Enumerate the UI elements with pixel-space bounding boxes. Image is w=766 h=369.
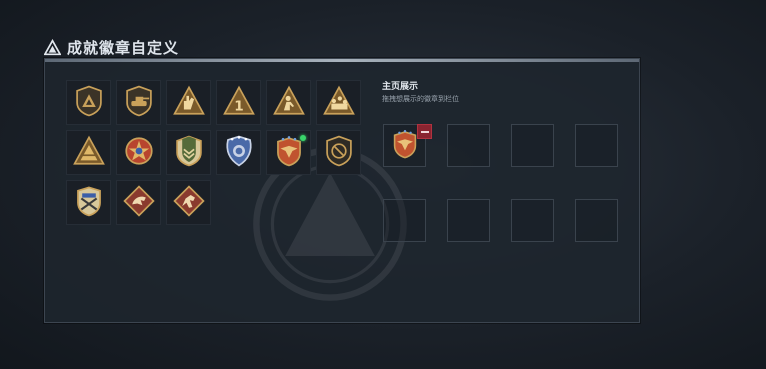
gold-triangle-badge-icon	[72, 134, 106, 172]
showcase-slot-empty[interactable]	[575, 199, 618, 242]
badge-customize-panel: 1 主页展示 拖拽想展示的徽章到栏位	[44, 58, 640, 323]
police-badge-icon	[222, 134, 256, 172]
minus-icon	[420, 130, 429, 133]
badge-cell[interactable]	[166, 180, 211, 225]
no-sign-shield-badge-icon	[322, 134, 356, 172]
hand-triangle-badge-icon	[172, 84, 206, 122]
tank-badge-icon	[122, 84, 156, 122]
badge-cell[interactable]	[216, 130, 261, 175]
showcase-slot-empty[interactable]	[575, 124, 618, 167]
svg-text:1: 1	[234, 98, 243, 114]
badge-cell[interactable]	[166, 130, 211, 175]
showcase-slot-empty[interactable]	[511, 199, 554, 242]
badge-cell[interactable]	[116, 80, 161, 125]
showcase-title: 主页展示	[382, 82, 419, 92]
eagle-crest-badge-icon	[389, 128, 421, 164]
badge-cell[interactable]	[166, 80, 211, 125]
showcase-slot-empty[interactable]	[447, 124, 490, 167]
badge-cell[interactable]	[66, 180, 111, 225]
new-indicator-dot	[300, 135, 306, 141]
squad-triangle-badge-icon	[322, 84, 356, 122]
number-one-triangle-badge-icon: 1	[222, 84, 256, 122]
star-medal-badge-icon	[122, 134, 156, 172]
horse-diamond-badge-icon	[172, 184, 206, 222]
badge-cell[interactable]	[266, 130, 311, 175]
crossed-rifles-crest-badge-icon	[72, 184, 106, 222]
page-title: 成就徽章自定义	[67, 38, 180, 57]
shield-triangle-badge-icon	[72, 84, 106, 122]
badge-cell[interactable]	[116, 130, 161, 175]
badge-cell[interactable]	[266, 80, 311, 125]
beast-diamond-badge-icon	[122, 184, 156, 222]
badge-cell[interactable]	[116, 180, 161, 225]
showcase-slot-filled[interactable]	[383, 124, 432, 167]
soldier-triangle-badge-icon	[272, 84, 306, 122]
badge-cell[interactable]	[316, 130, 361, 175]
chevron-shield-badge-icon	[172, 134, 206, 172]
showcase-subtitle: 拖拽想展示的徽章到栏位	[382, 95, 459, 103]
panel-top-border	[45, 59, 639, 62]
triangle-logo-icon	[44, 38, 61, 56]
badge-cell[interactable]	[316, 80, 361, 125]
remove-badge-button[interactable]	[417, 124, 432, 139]
badge-cell[interactable]: 1	[216, 80, 261, 125]
badge-collection-grid: 1	[66, 80, 361, 225]
page-header: 成就徽章自定义	[44, 36, 179, 58]
showcase-slot-empty[interactable]	[383, 199, 426, 242]
badge-cell[interactable]	[66, 130, 111, 175]
showcase-slot-empty[interactable]	[447, 199, 490, 242]
showcase-slot-empty[interactable]	[511, 124, 554, 167]
showcase-slot-grid	[383, 124, 618, 242]
badge-cell[interactable]	[66, 80, 111, 125]
